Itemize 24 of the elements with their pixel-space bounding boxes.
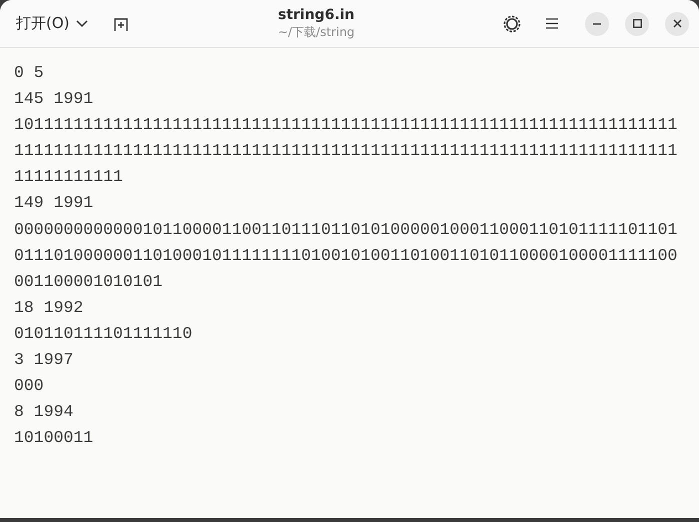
file-path: ~/下载/string: [278, 24, 355, 40]
window-title: string6.in: [278, 6, 355, 22]
settings-icon: [503, 14, 521, 32]
text-line: 1011111111111111111111111111111111111111111111111111111111111111111111111111111111111111111111111111111111111111111111111111111111111111111111111: [14, 114, 678, 188]
text-line: 149 1991: [14, 192, 94, 214]
minimize-button[interactable]: [585, 12, 609, 36]
text-line: 0 5: [14, 62, 45, 84]
close-icon: [672, 19, 682, 28]
text-line: 000: [14, 375, 45, 398]
text-line: 18 1992: [14, 296, 84, 319]
text-line: 3 1997: [14, 349, 74, 372]
text-line: 010110111101111110: [14, 322, 194, 345]
open-menu-button[interactable]: 打开(O): [6, 8, 98, 39]
minimize-icon: [593, 22, 601, 24]
maximize-button[interactable]: [625, 12, 649, 36]
text-line: 00000000000001011000011001101110110101000001000110001101011111011010111010000001101000101111111101001010011010011010110000100001111100001100001010101: [14, 218, 678, 293]
text-line: 8 1994: [14, 401, 74, 424]
maximize-icon: [632, 19, 642, 28]
chevron-down-icon: [76, 20, 88, 28]
text-line: 145 1991: [14, 88, 94, 110]
menu-icon: [546, 18, 558, 29]
text-line: 10100011: [14, 427, 94, 450]
new-tab-icon: [112, 16, 129, 32]
close-button[interactable]: [665, 12, 689, 36]
